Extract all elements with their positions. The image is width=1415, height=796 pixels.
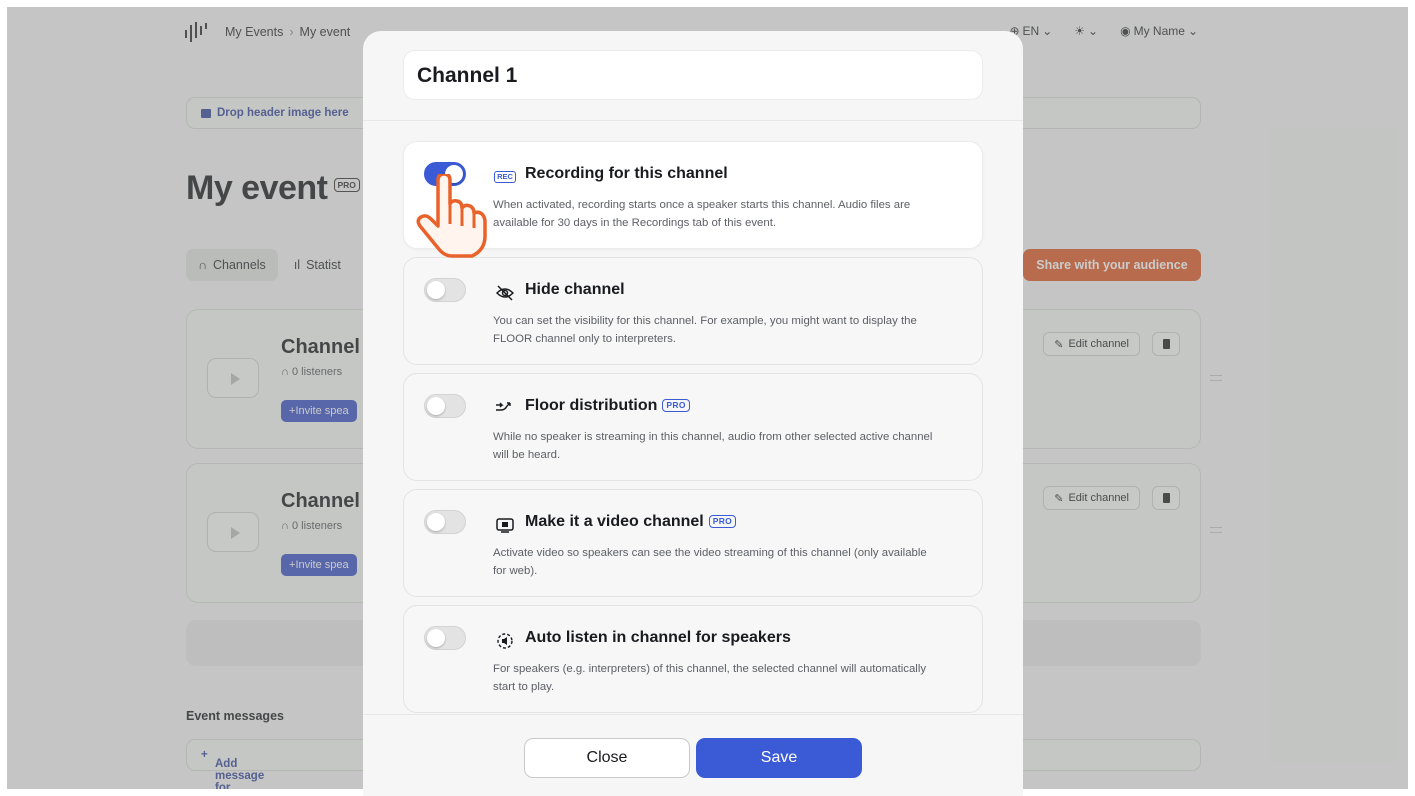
close-button[interactable]: Close	[524, 738, 690, 778]
modal-footer: Close Save	[363, 714, 1023, 796]
option-description: You can set the visibility for this chan…	[493, 315, 917, 345]
option-floor-distribution: Floor distribution PRO While no speaker i…	[403, 373, 983, 481]
option-description: While no speaker is streaming in this ch…	[493, 431, 933, 461]
option-title: Floor distribution PRO	[525, 397, 690, 415]
toggle-knob	[427, 397, 445, 415]
modal-title: Channel 1	[417, 64, 518, 87]
rec-label: REC	[494, 171, 516, 183]
video-channel-toggle[interactable]	[424, 510, 466, 534]
option-title-text: Make it a video channel	[525, 513, 704, 530]
modal-header: Channel 1	[363, 31, 1023, 121]
channel-settings-modal: Channel 1 REC Recording for this channel…	[363, 31, 1023, 796]
channel-name-field[interactable]: Channel 1	[403, 50, 983, 100]
option-title: Hide channel	[525, 281, 625, 298]
toggle-knob	[427, 629, 445, 647]
option-recording: REC Recording for this channel When acti…	[403, 141, 983, 249]
option-auto-listen: Auto listen in channel for speakers For …	[403, 605, 983, 713]
hide-channel-toggle[interactable]	[424, 278, 466, 302]
auto-listen-icon	[494, 632, 516, 650]
option-description: Activate video so speakers can see the v…	[493, 547, 927, 577]
floor-distribution-toggle[interactable]	[424, 394, 466, 418]
toggle-knob	[427, 513, 445, 531]
option-title: Recording for this channel	[525, 165, 728, 182]
auto-listen-toggle[interactable]	[424, 626, 466, 650]
option-title: Auto listen in channel for speakers	[525, 629, 791, 646]
option-description: For speakers (e.g. interpreters) of this…	[493, 663, 927, 693]
option-video-channel: Make it a video channel PRO Activate vide…	[403, 489, 983, 597]
eye-off-icon	[494, 284, 516, 302]
video-icon	[494, 516, 516, 534]
option-title: Make it a video channel PRO	[525, 513, 737, 531]
option-hide-channel: Hide channel You can set the visibility …	[403, 257, 983, 365]
toggle-knob	[427, 281, 445, 299]
toggle-knob	[445, 165, 463, 183]
pro-badge: PRO	[662, 399, 690, 412]
save-button[interactable]: Save	[696, 738, 862, 778]
pro-badge: PRO	[708, 515, 737, 528]
option-description: When activated, recording starts once a …	[493, 199, 911, 229]
option-title-text: Floor distribution	[525, 397, 658, 414]
recording-toggle[interactable]	[424, 162, 466, 186]
merge-arrow-icon	[494, 400, 516, 418]
rec-icon: REC	[494, 168, 516, 186]
